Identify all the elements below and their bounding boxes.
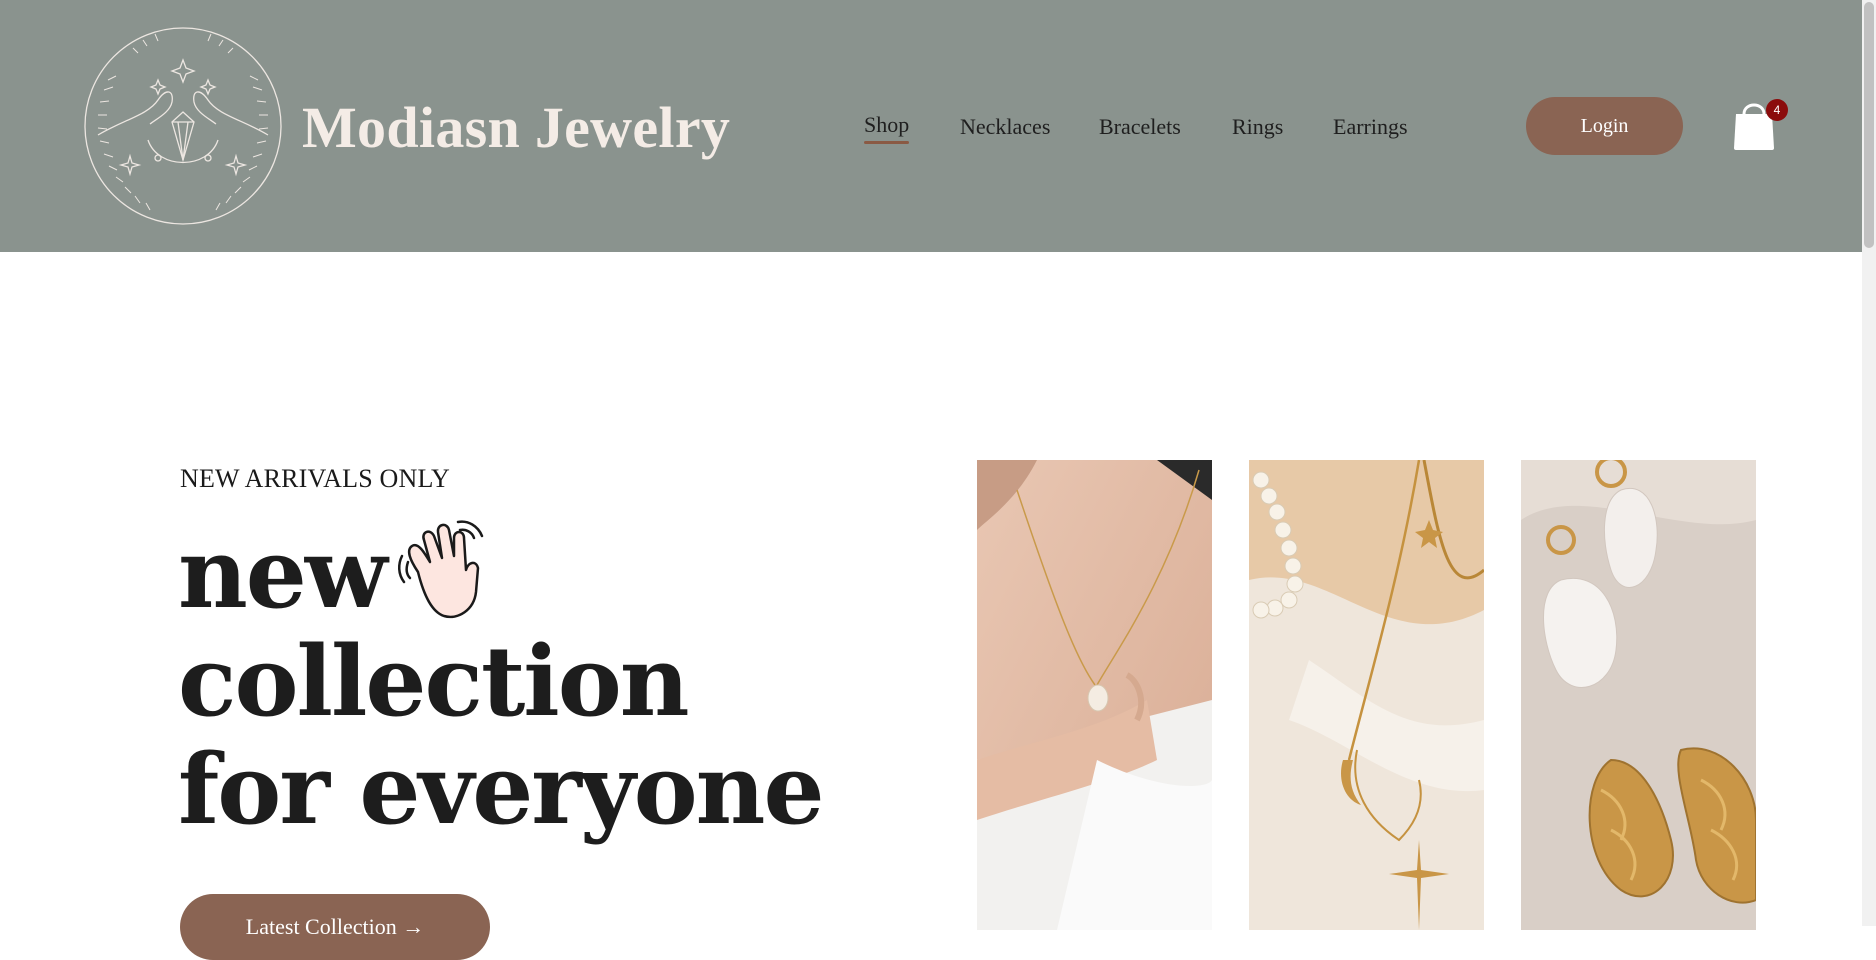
gallery-image-pearl-necklace[interactable] bbox=[977, 460, 1212, 930]
brand-name[interactable]: Modiasn Jewelry bbox=[302, 94, 730, 161]
nav-item-earrings-label: Earrings bbox=[1333, 114, 1408, 139]
pearl-earrings-photo bbox=[1521, 460, 1756, 930]
nav-item-shop[interactable]: Shop bbox=[864, 112, 910, 144]
nav-item-necklaces-label: Necklaces bbox=[960, 114, 1051, 139]
active-nav-indicator bbox=[864, 141, 910, 144]
gallery-image-gold-necklaces[interactable] bbox=[1249, 460, 1484, 930]
hero-eyebrow: NEW ARRIVALS ONLY bbox=[180, 464, 450, 493]
hero-headline: new collection for everyone bbox=[178, 517, 825, 846]
gallery-image-pearl-earrings[interactable] bbox=[1521, 460, 1756, 930]
nav-item-bracelets[interactable]: Bracelets bbox=[1099, 114, 1181, 140]
logo-emblem-icon[interactable] bbox=[78, 20, 288, 232]
nav-item-necklaces[interactable]: Necklaces bbox=[960, 114, 1050, 140]
headline-line-3: for everyone bbox=[178, 733, 825, 846]
waving-hand-icon bbox=[398, 520, 484, 619]
nav-item-shop-label: Shop bbox=[864, 112, 910, 137]
nav-item-rings[interactable]: Rings bbox=[1232, 114, 1283, 140]
pearl-necklace-photo bbox=[977, 460, 1212, 930]
login-button[interactable]: Login bbox=[1526, 97, 1683, 155]
latest-collection-button[interactable]: Latest Collection → bbox=[180, 894, 490, 960]
nav-item-bracelets-label: Bracelets bbox=[1099, 114, 1181, 139]
cart-count-badge: 4 bbox=[1766, 99, 1788, 121]
nav-item-rings-label: Rings bbox=[1232, 114, 1284, 139]
site-header: Modiasn Jewelry Shop Necklaces Bracelets… bbox=[0, 0, 1862, 252]
scrollbar-thumb[interactable] bbox=[1864, 2, 1874, 248]
nav-item-earrings[interactable]: Earrings bbox=[1333, 114, 1408, 140]
gold-necklaces-photo bbox=[1249, 460, 1484, 930]
headline-line-1: new bbox=[178, 517, 388, 630]
headline-line-2: collection bbox=[178, 625, 690, 738]
